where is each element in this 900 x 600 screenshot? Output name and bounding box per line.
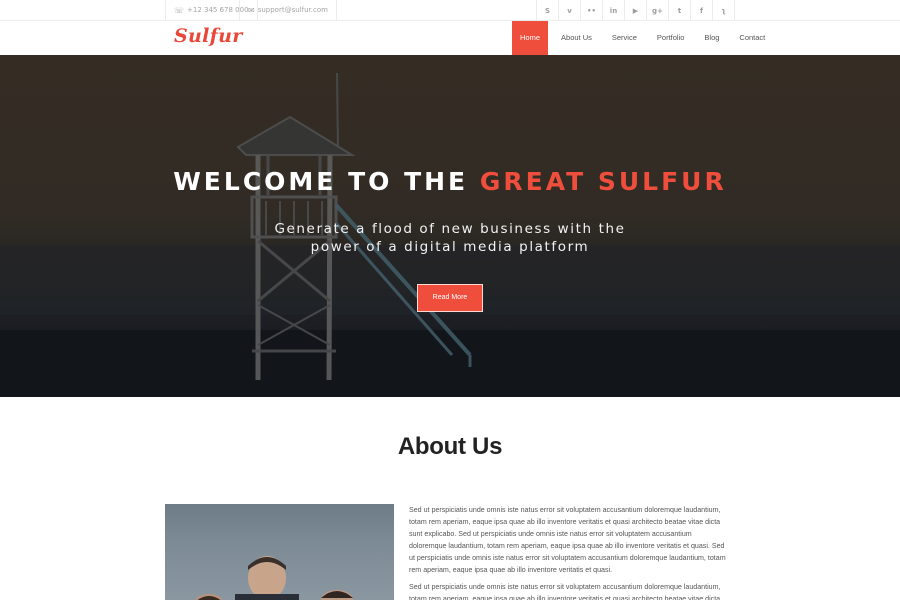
email-contact[interactable]: ✉ support@sulfur.com [239, 0, 337, 21]
rss-icon[interactable]: ʅ [713, 0, 735, 21]
social-links: S v •• in ▶ g+ t f ʅ [536, 0, 735, 21]
vimeo-icon[interactable]: v [559, 0, 581, 21]
nav-home[interactable]: Home [512, 21, 549, 55]
about-paragraph-1: Sed ut perspiciatis unde omnis iste natu… [409, 506, 726, 574]
hero-title: WELCOME TO THE GREAT SULFUR [0, 167, 900, 196]
nav-portfolio[interactable]: Portfolio [650, 21, 692, 55]
about-text: Sed ut perspiciatis unde omnis iste natu… [409, 504, 727, 600]
about-section-title: About Us [397, 433, 503, 460]
nav-blog[interactable]: Blog [697, 21, 726, 55]
nav-contact[interactable]: Contact [732, 21, 772, 55]
youtube-icon[interactable]: ▶ [625, 0, 647, 21]
read-more-button[interactable]: Read More [417, 284, 483, 312]
main-nav: Home About Us Service Portfolio Blog Con… [512, 21, 778, 55]
site-logo[interactable]: Sulfur [174, 25, 243, 47]
email-address: support@sulfur.com [257, 6, 328, 14]
hero-subtitle-line1: Generate a flood of new business with th… [274, 221, 626, 237]
skype-icon[interactable]: S [537, 0, 559, 21]
nav-service[interactable]: Service [605, 21, 644, 55]
envelope-icon: ✉ [248, 6, 255, 15]
about-paragraph-2: Sed ut perspiciatis unde omnis iste natu… [409, 583, 721, 600]
twitter-icon[interactable]: t [669, 0, 691, 21]
hero-section: WELCOME TO THE GREAT SULFUR Generate a f… [0, 55, 900, 397]
linkedin-icon[interactable]: in [603, 0, 625, 21]
hero-subtitle-line2: power of a digital media platform [310, 239, 590, 255]
team-photo [165, 504, 394, 600]
phone-icon: ☏ [174, 6, 185, 15]
top-bar: ☏ +12 345 678 000 ✉ support@sulfur.com S v… [0, 0, 900, 21]
hero-title-accent: GREAT SULFUR [479, 167, 727, 196]
hero-subtitle: Generate a flood of new business with th… [0, 220, 900, 256]
google-plus-icon[interactable]: g+ [647, 0, 669, 21]
hero-title-prefix: WELCOME TO THE [173, 167, 469, 196]
main-navbar: Sulfur Home About Us Service Portfolio B… [0, 21, 900, 55]
nav-about-us[interactable]: About Us [554, 21, 599, 55]
flickr-icon[interactable]: •• [581, 0, 603, 21]
facebook-icon[interactable]: f [691, 0, 713, 21]
